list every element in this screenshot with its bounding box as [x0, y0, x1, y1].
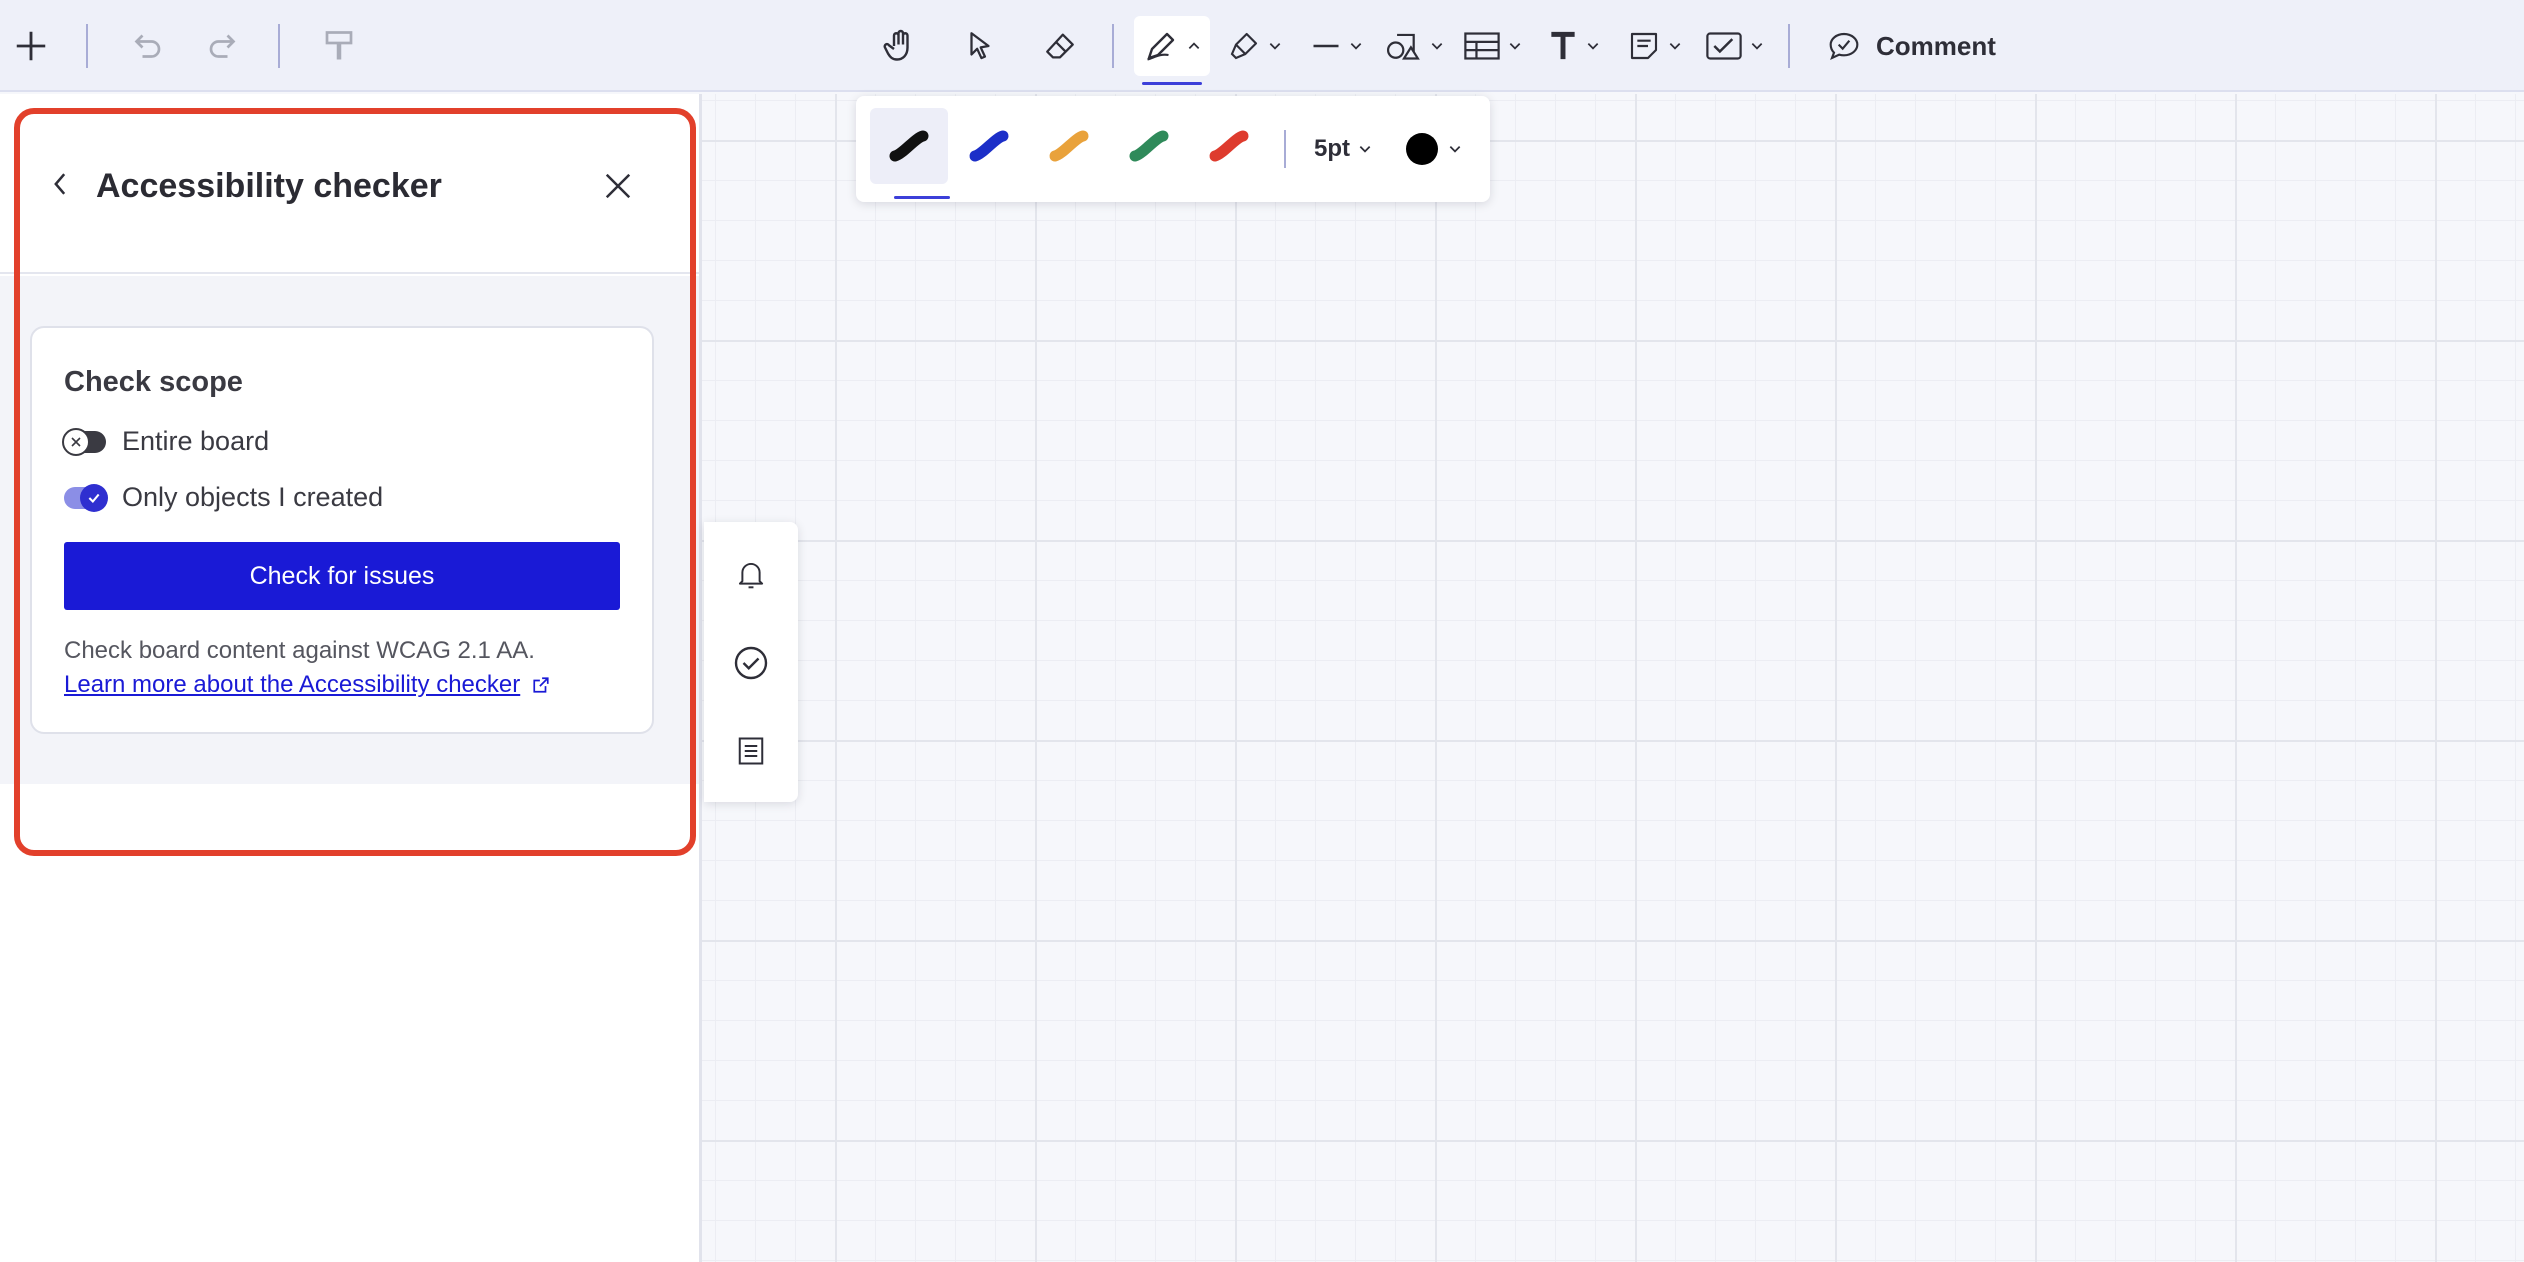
pen-tool-button[interactable]: [1134, 16, 1210, 76]
pen-size-dropdown[interactable]: 5pt: [1314, 124, 1372, 174]
list-icon: [738, 737, 764, 765]
toolbar-divider: [86, 24, 88, 68]
chevron-down-icon: [1587, 43, 1599, 50]
pen-color-dropdown[interactable]: [1406, 124, 1462, 174]
format-painter-icon: [325, 31, 353, 60]
top-toolbar: Comment: [0, 0, 2524, 92]
pen-options-toolbar: 5pt: [856, 96, 1490, 202]
hand-tool-button[interactable]: [874, 16, 926, 76]
pen-stroke-black-icon: [889, 130, 929, 162]
chevron-down-icon: [1751, 43, 1763, 50]
pen-stroke-green-icon: [1129, 130, 1169, 162]
redo-icon: [209, 34, 236, 58]
highlighter-icon: [1230, 32, 1258, 60]
pen-swatch-blue[interactable]: [950, 108, 1028, 184]
pen-stroke-blue-icon: [969, 130, 1009, 162]
chevron-down-icon: [1669, 43, 1681, 50]
pen-stroke-red-icon: [1209, 130, 1249, 162]
format-painter-button[interactable]: [316, 16, 362, 76]
pen-stroke-orange-icon: [1049, 130, 1089, 162]
select-icon: [970, 32, 990, 60]
eraser-icon: [1046, 33, 1074, 59]
chevron-down-icon: [1509, 43, 1521, 50]
check-circle-icon: [734, 646, 768, 680]
chevron-down-icon: [1431, 43, 1443, 50]
chevron-down-icon: [1269, 43, 1281, 50]
active-tool-indicator: [1142, 82, 1202, 85]
comment-icon: [1829, 32, 1859, 61]
table-icon: [1464, 32, 1500, 60]
hand-icon: [883, 29, 909, 61]
redo-button[interactable]: [200, 16, 246, 76]
chevron-down-icon: [1449, 146, 1461, 153]
add-button[interactable]: [8, 16, 54, 76]
pen-swatch-green[interactable]: [1110, 108, 1188, 184]
table-tool-button[interactable]: [1460, 16, 1526, 76]
shapes-icon: [1386, 33, 1420, 60]
side-mini-toolbar: [704, 522, 798, 802]
notifications-button[interactable]: [728, 552, 774, 598]
selected-swatch-indicator: [894, 196, 950, 199]
eraser-tool-button[interactable]: [1034, 16, 1086, 76]
comment-label: Comment: [1876, 30, 1996, 61]
chevron-up-icon: [1188, 42, 1200, 49]
pen-swatch-black[interactable]: [870, 108, 950, 199]
tasks-button[interactable]: [728, 640, 774, 686]
highlight-outline: [14, 108, 696, 856]
line-tool-button[interactable]: [1304, 16, 1370, 76]
chevron-down-icon: [1359, 146, 1371, 153]
pen-icon: [1147, 32, 1175, 61]
sticky-note-icon: [1630, 32, 1658, 60]
checklist-tool-button[interactable]: [1700, 16, 1770, 76]
toolbar-divider: [1112, 24, 1114, 68]
add-icon: [16, 31, 46, 61]
line-icon: [1313, 44, 1339, 48]
pen-color-swatch: [1406, 133, 1438, 165]
pen-bar-divider: [1284, 130, 1286, 168]
outline-button[interactable]: [728, 728, 774, 774]
text-tool-button[interactable]: [1544, 16, 1604, 76]
text-icon: [1551, 31, 1575, 60]
pen-swatch-orange[interactable]: [1030, 108, 1108, 184]
comment-button[interactable]: Comment: [1828, 16, 1996, 76]
undo-icon: [134, 34, 161, 58]
sticky-note-tool-button[interactable]: [1622, 16, 1688, 76]
checklist-icon: [1706, 32, 1742, 60]
select-tool-button[interactable]: [954, 16, 1006, 76]
shapes-tool-button[interactable]: [1382, 16, 1448, 76]
pen-size-label: 5pt: [1314, 135, 1350, 162]
board-canvas[interactable]: [702, 94, 2524, 1262]
highlighter-tool-button[interactable]: [1222, 16, 1288, 76]
toolbar-divider: [1788, 24, 1790, 68]
chevron-down-icon: [1350, 43, 1362, 50]
pen-swatch-red[interactable]: [1190, 108, 1268, 184]
undo-button[interactable]: [124, 16, 170, 76]
bell-icon: [738, 562, 764, 589]
toolbar-divider: [278, 24, 280, 68]
